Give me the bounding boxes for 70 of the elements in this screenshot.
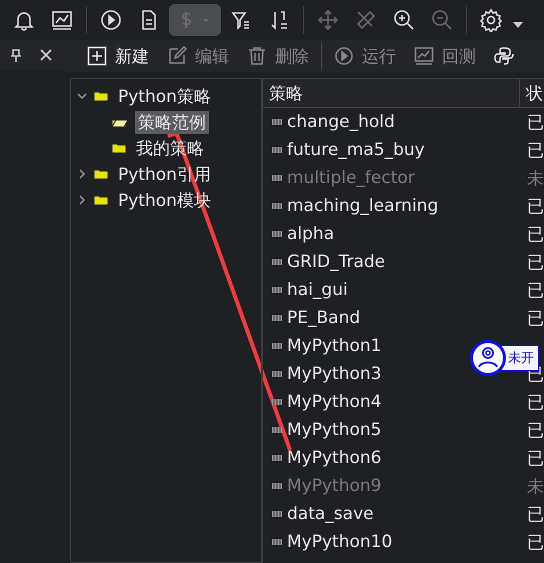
strategy-icon <box>271 313 283 323</box>
folder-icon <box>93 194 109 206</box>
close-icon[interactable] <box>40 49 52 61</box>
table-cell: 未 <box>527 476 544 496</box>
strategy-icon <box>271 201 283 211</box>
edit-icon <box>167 46 187 66</box>
table-cell: 已 <box>527 504 544 524</box>
table-cell: MyPython5 <box>287 420 382 440</box>
table-cell: 已 <box>527 420 544 440</box>
folder-icon <box>93 168 109 180</box>
strategy-icon <box>271 285 283 295</box>
table-cell: data_save <box>287 504 374 524</box>
strategy-icon <box>271 425 283 435</box>
tree-item[interactable]: 策略范例 <box>135 110 209 134</box>
chevron-icon[interactable] <box>77 91 87 101</box>
table-cell: GRID_Trade <box>287 252 386 272</box>
strategy-icon <box>271 257 283 267</box>
strategy-icon <box>271 369 283 379</box>
table-cell: MyPython3 <box>287 364 382 384</box>
table-cell: PE_Band <box>287 308 360 328</box>
table-cell: 已 <box>527 280 544 300</box>
table-cell: 未 <box>527 168 544 188</box>
strategy-icon <box>271 397 283 407</box>
pin-icon[interactable] <box>10 49 22 63</box>
column-header[interactable]: 策略 <box>263 79 520 107</box>
table-cell: MyPython6 <box>287 448 382 468</box>
strategy-icon <box>271 481 283 491</box>
table-cell: 已 <box>527 448 544 468</box>
caret-icon[interactable] <box>513 22 523 28</box>
play-icon <box>334 46 354 66</box>
strategy-icon <box>271 117 283 127</box>
folder-icon <box>93 90 109 102</box>
tree-item[interactable]: Python引用 <box>115 162 214 186</box>
table-cell: 已 <box>527 308 544 328</box>
table-cell: 已 <box>527 112 544 132</box>
table-cell: 已 <box>527 252 544 272</box>
table-cell: 已 <box>527 196 544 216</box>
table-cell: MyPython9 <box>287 476 382 496</box>
strategy-icon <box>271 145 283 155</box>
table-cell: maching_learning <box>287 196 438 216</box>
table-cell: MyPython1 <box>287 336 382 356</box>
strategy-icon <box>271 537 283 547</box>
tree-item[interactable]: Python策略 <box>115 84 214 108</box>
strategy-icon <box>271 173 283 183</box>
table-cell: 已 <box>527 392 544 412</box>
table-cell: future_ma5_buy <box>287 140 425 160</box>
chevron-icon[interactable] <box>77 195 87 205</box>
strategy-icon <box>271 509 283 519</box>
plus-icon <box>87 46 107 66</box>
folder-icon <box>111 142 127 154</box>
table-cell: MyPython4 <box>287 392 382 412</box>
table-cell: MyPython10 <box>287 532 392 552</box>
user-icon[interactable] <box>470 340 506 376</box>
strategy-icon <box>271 453 283 463</box>
new-button[interactable]: 新建 <box>81 42 155 70</box>
trash-icon <box>247 46 267 66</box>
table-cell: 已 <box>527 532 544 552</box>
table-cell: 已 <box>527 224 544 244</box>
table-cell: change_hold <box>287 112 395 132</box>
chart-icon <box>414 46 434 66</box>
column-header[interactable]: 状 <box>520 79 543 107</box>
strategy-icon <box>271 341 283 351</box>
python-icon <box>494 46 514 66</box>
strategy-icon <box>271 229 283 239</box>
table-cell: 已 <box>527 140 544 160</box>
table-cell: hai_gui <box>287 280 348 300</box>
chevron-icon[interactable] <box>77 169 87 179</box>
table-cell: alpha <box>287 224 334 244</box>
status-badge[interactable]: 未开 <box>502 345 539 371</box>
table-cell: multiple_fector <box>287 168 415 188</box>
